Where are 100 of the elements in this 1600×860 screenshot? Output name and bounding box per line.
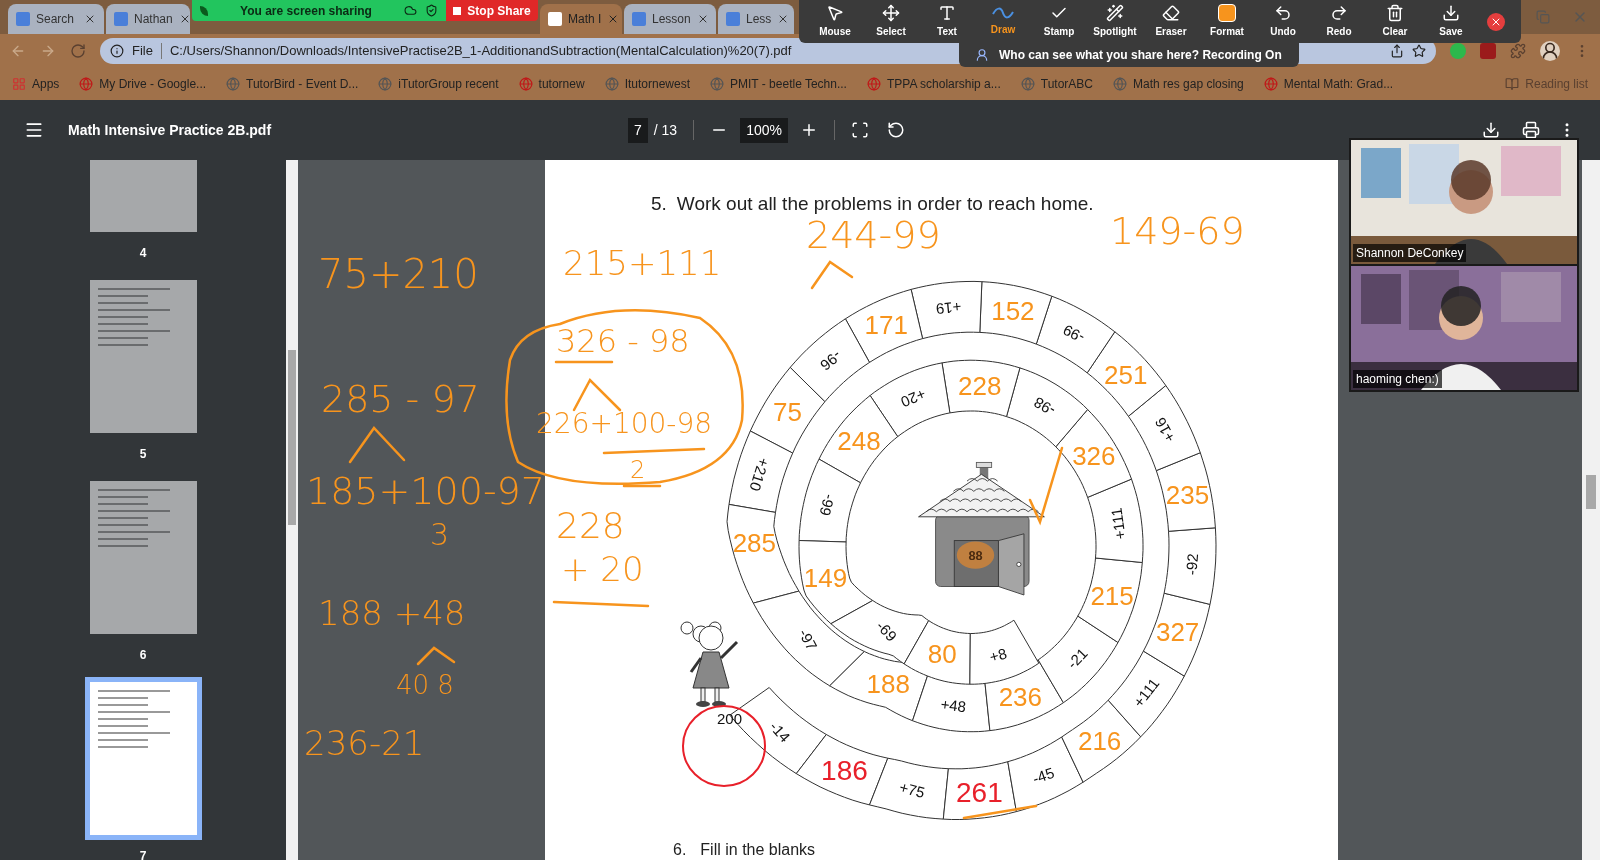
cell-value: +48 (939, 695, 968, 716)
bookmark[interactable]: TutorBird - Event D... (226, 75, 359, 93)
handwritten-note: 185+100-97 (306, 472, 545, 510)
bookmark[interactable]: Mental Math: Grad... (1263, 75, 1394, 93)
page-number-field[interactable]: 7 (628, 117, 648, 143)
spiral-cell (969, 619, 1040, 685)
scrollbar[interactable] (1582, 160, 1600, 860)
star-icon[interactable] (1412, 44, 1426, 58)
cell-value: +8 (987, 644, 1009, 666)
question-text: Work out all the problems in order to reach home. (676, 191, 1094, 216)
leaf-icon (200, 5, 208, 16)
handwritten-note: 75+210 (318, 254, 479, 294)
cell-value: 80 (927, 639, 957, 670)
ink-caret (810, 260, 854, 290)
share-icon[interactable] (1390, 44, 1404, 58)
bookmark-icon (1263, 77, 1278, 91)
info-icon (110, 44, 124, 58)
stop-share-button[interactable]: Stop Share (446, 0, 538, 21)
cell-value: +111 (1129, 674, 1163, 711)
browser-tab[interactable]: Math I (540, 4, 622, 34)
bookmark-icon (866, 77, 881, 91)
close-icon[interactable] (84, 13, 96, 25)
ink-underline (622, 484, 662, 488)
close-toolbar-icon[interactable] (1487, 12, 1505, 31)
page-thumbnail[interactable] (89, 280, 197, 433)
handwritten-note: 285 - 97 (321, 380, 480, 418)
stop-icon (453, 6, 462, 15)
fit-page-icon[interactable] (850, 121, 869, 139)
avatar-icon[interactable] (1540, 41, 1560, 61)
browser-tab[interactable]: Nathan (106, 4, 190, 34)
start-value: 200 (717, 710, 743, 727)
print-icon[interactable] (1522, 121, 1540, 139)
bookmark[interactable]: TPPA scholarship a... (866, 75, 1001, 93)
people-icon (975, 48, 989, 62)
menu-icon[interactable] (24, 120, 44, 140)
tab-title: Search (36, 11, 76, 28)
cell-value: 248 (837, 425, 881, 456)
handwritten-note: 2 (630, 458, 646, 482)
tab-favicon-icon (16, 12, 30, 26)
bookmark[interactable]: Math res gap closing (1113, 75, 1244, 93)
cell-value: 75 (773, 396, 803, 427)
bookmark-icon (226, 77, 241, 91)
bookmark[interactable]: My Drive - Google... (79, 75, 207, 93)
browser-tab[interactable]: Less (718, 4, 794, 34)
cloud-icon (404, 4, 417, 17)
scrollbar[interactable] (286, 160, 298, 860)
browser-tab[interactable]: Search (8, 4, 104, 34)
cell-value: -99 (1060, 321, 1088, 347)
browser-tab[interactable]: Lesson (624, 4, 716, 34)
wave-icon (992, 6, 1014, 20)
cell-value: 215 (1090, 581, 1134, 612)
cell-value: -99 (816, 492, 839, 518)
tab-title: Nathan (134, 11, 173, 28)
cell-value: -14 (766, 717, 794, 746)
tab-title: Less (746, 11, 772, 28)
tab-title: Math I (568, 11, 602, 28)
bookmark[interactable]: iTutorGroup recent (378, 75, 499, 93)
cell-value: -98 (1030, 393, 1058, 420)
handwritten-note: 228 (556, 508, 625, 544)
shield-icon (425, 4, 438, 17)
participant-name: haoming chen:) (1353, 370, 1442, 388)
bookmark-icon (1020, 77, 1035, 91)
bookmark[interactable]: PMIT - beetle Techn... (710, 75, 847, 93)
bookmark[interactable]: Itutornewest (604, 75, 690, 93)
cell-value: 216 (1077, 725, 1122, 756)
bookmark[interactable]: tutornew (518, 75, 585, 93)
cell-value: -69 (873, 617, 901, 645)
download-icon[interactable] (1482, 121, 1500, 139)
tool-icon (1386, 4, 1404, 22)
url-text: C:/Users/Shannon/Downloads/IntensivePractise2B_1-AdditionandSubtraction(MentalCalculation)%20(7).pdf (169, 42, 792, 61)
bookmark-icon (378, 77, 393, 91)
cell-value: 171 (864, 310, 908, 340)
handwritten-note: 40 8 (396, 672, 454, 698)
apps-icon (12, 77, 26, 91)
cell-value: -97 (795, 625, 821, 654)
zoom-field[interactable]: 100% (740, 117, 788, 143)
cell-value: 251 (1104, 359, 1148, 390)
color-swatch-icon (1218, 4, 1236, 22)
thumbnail-label: 4 (139, 245, 147, 262)
ink-caret (572, 377, 622, 412)
tool-icon (826, 4, 844, 22)
rotate-icon[interactable] (886, 121, 905, 139)
page-count: / 13 (653, 120, 678, 140)
cell-value: 261 (956, 777, 1003, 809)
bookmark-icon (79, 77, 94, 91)
tool-icon (1274, 4, 1292, 22)
tool-icon (1106, 4, 1124, 22)
cell-value: 228 (958, 370, 1002, 401)
handwritten-note: 149-69 (1110, 212, 1245, 250)
bookmark-icon (518, 77, 533, 91)
cell-value: -21 (1063, 644, 1091, 672)
page-thumbnail[interactable] (89, 481, 197, 634)
tool-icon (882, 4, 900, 22)
ink-caret (348, 426, 406, 464)
bookmark[interactable]: Apps (12, 75, 60, 93)
share-notice[interactable]: Who can see what you share here? Recording On (959, 43, 1299, 67)
document-title: Math Intensive Practice 2B.pdf (68, 120, 273, 140)
bookmark[interactable]: TutorABC (1020, 75, 1094, 93)
cell-value: 152 (991, 296, 1035, 327)
cell-value: +75 (897, 778, 927, 802)
